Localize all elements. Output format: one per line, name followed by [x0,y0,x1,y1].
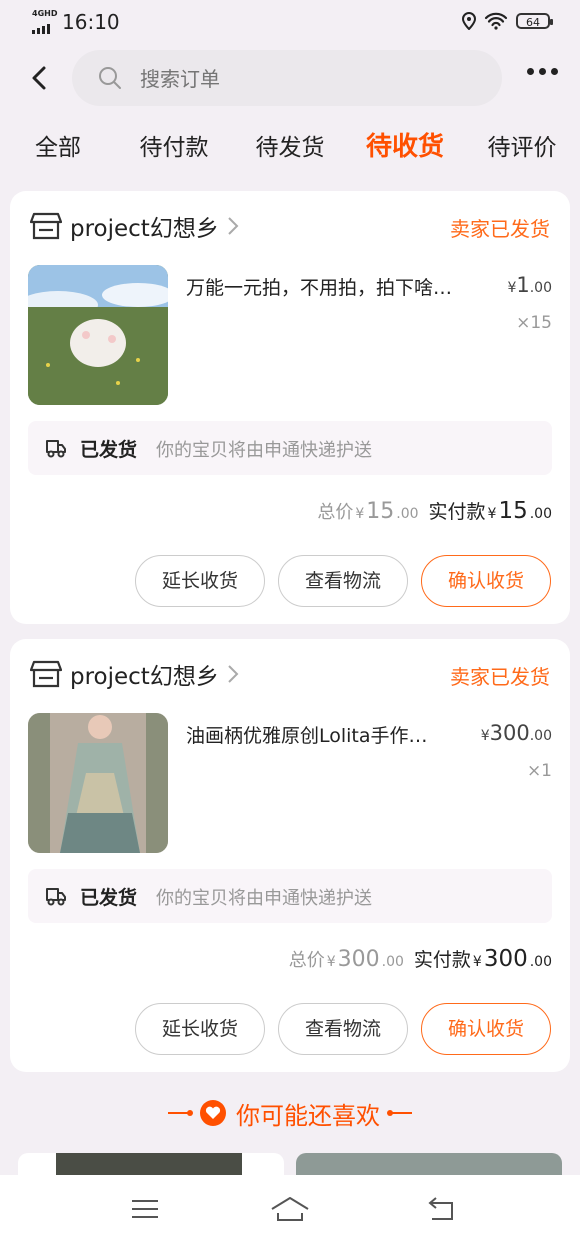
product-price: ¥1.00 [507,273,552,297]
order-card: project幻想乡 卖家已发货 油画柄优雅原创Lolita手作… ¥300.0… [10,639,570,1072]
product-image[interactable] [28,713,168,853]
paid-decimal: .00 [529,954,552,970]
back-icon[interactable] [426,1195,458,1223]
battery-icon: 64 [516,13,553,29]
system-nav-bar [0,1175,580,1244]
currency-symbol: ¥ [480,728,490,744]
order-total: 总价 ¥300.00 实付款 ¥300.00 [289,945,552,972]
paid-decimal: .00 [529,506,552,522]
truck-icon [46,888,66,906]
recommend-title: 你可能还喜欢 [236,1101,380,1130]
heart-icon [200,1100,226,1126]
product-quantity: ×15 [516,313,552,333]
currency-symbol: ¥ [472,954,482,970]
currency-symbol: ¥ [487,506,497,522]
location-icon [462,12,476,30]
order-status: 卖家已发货 [450,665,550,689]
price-decimal: .00 [529,280,552,296]
product-quantity: ×1 [526,761,552,781]
price-decimal: .00 [529,728,552,744]
total-decimal: .00 [381,954,404,970]
chevron-right-icon [228,217,239,235]
price-integer: 300 [489,721,530,745]
tab-pending-receipt[interactable]: 待收货 [366,126,444,163]
paid-integer: 15 [498,498,528,524]
paid-label: 实付款 [413,949,471,971]
shipping-description: 你的宝贝将由申通快递护送 [156,888,372,909]
total-decimal: .00 [396,506,419,522]
view-logistics-button[interactable]: 查看物流 [278,1003,408,1055]
back-arrow-icon[interactable] [26,64,54,92]
product-title[interactable]: 油画柄优雅原创Lolita手作… [186,721,466,748]
more-icon[interactable] [527,68,558,75]
store-icon [30,660,62,688]
shipping-status: 已发货 [80,439,138,461]
total-integer: 300 [337,947,380,972]
confirm-receipt-button[interactable]: 确认收货 [421,1003,551,1055]
menu-icon[interactable] [130,1195,160,1223]
status-bar: 4GHD 16:10 64 [0,0,580,44]
divider-left [168,1110,193,1116]
clock: 16:10 [62,10,120,34]
shop-name: project幻想乡 [70,216,219,242]
order-status: 卖家已发货 [450,217,550,241]
currency-symbol: ¥ [326,954,336,970]
tab-pending-payment[interactable]: 待付款 [140,128,209,162]
chevron-right-icon [228,665,239,683]
shipping-info[interactable]: 已发货 你的宝贝将由申通快递护送 [28,421,552,475]
shipping-info[interactable]: 已发货 你的宝贝将由申通快递护送 [28,869,552,923]
order-tabs: 全部 待付款 待发货 待收货 待评价 [0,128,580,178]
tab-pending-review[interactable]: 待评价 [488,128,557,162]
search-input[interactable] [138,50,482,108]
shop-link[interactable]: project幻想乡 [30,209,239,243]
network-indicator: 4GHD [32,9,58,18]
currency-symbol: ¥ [355,506,365,522]
wifi-icon [484,12,508,30]
product-title[interactable]: 万能一元拍，不用拍，拍下啥… [186,273,466,300]
total-label: 总价 [317,502,354,523]
extend-receipt-button[interactable]: 延长收货 [135,1003,265,1055]
tab-pending-shipment[interactable]: 待发货 [256,128,325,162]
shipping-status: 已发货 [80,887,138,909]
store-icon [30,212,62,240]
truck-icon [46,440,66,458]
order-total: 总价 ¥15.00 实付款 ¥15.00 [317,497,552,524]
view-logistics-button[interactable]: 查看物流 [278,555,408,607]
recommend-header: 你可能还喜欢 [0,1092,580,1131]
order-card: project幻想乡 卖家已发货 万能一元拍，不用拍，拍下啥… ¥1.00 ×1… [10,191,570,624]
signal-icon [32,24,50,34]
shipping-description: 你的宝贝将由申通快递护送 [156,440,372,461]
confirm-receipt-button[interactable]: 确认收货 [421,555,551,607]
search-bar[interactable] [72,50,502,108]
paid-label: 实付款 [428,501,486,523]
tab-all[interactable]: 全部 [35,128,81,162]
divider-right [387,1110,412,1116]
product-image[interactable] [28,265,168,405]
product-price: ¥300.00 [481,721,552,745]
search-icon [99,67,121,89]
total-label: 总价 [288,950,325,971]
shop-link[interactable]: project幻想乡 [30,657,239,691]
extend-receipt-button[interactable]: 延长收货 [135,555,265,607]
shop-name: project幻想乡 [70,664,219,690]
top-bar [0,50,580,108]
price-integer: 1 [516,273,530,297]
total-integer: 15 [366,499,395,524]
paid-integer: 300 [483,946,528,972]
home-icon[interactable] [270,1195,310,1223]
